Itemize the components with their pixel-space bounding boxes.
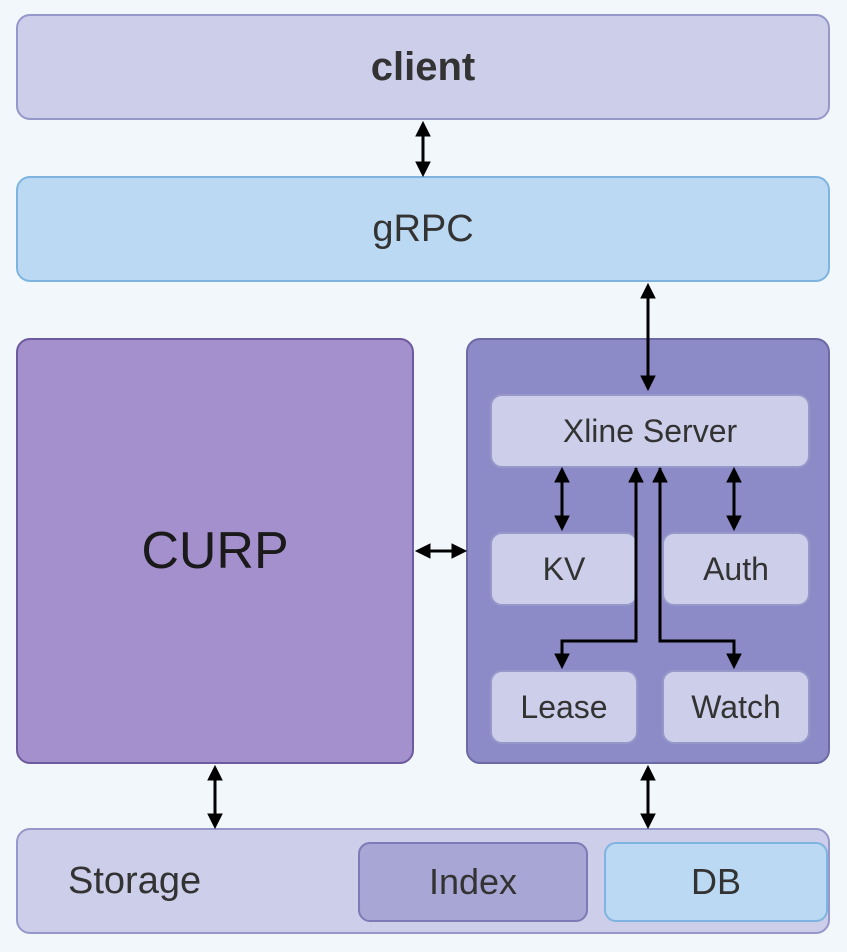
- curp-label: CURP: [141, 521, 288, 581]
- db-label: DB: [691, 861, 741, 903]
- storage-box: Storage Index DB: [16, 828, 830, 934]
- watch-label: Watch: [691, 689, 781, 726]
- xline-label: Xline Server: [563, 413, 737, 450]
- client-box: client: [16, 14, 830, 120]
- watch-box: Watch: [662, 670, 810, 744]
- storage-label: Storage: [68, 860, 201, 903]
- client-label: client: [371, 45, 475, 90]
- xline-server-box: Xline Server: [490, 394, 810, 468]
- lease-box: Lease: [490, 670, 638, 744]
- kv-label: KV: [543, 551, 586, 588]
- curp-box: CURP: [16, 338, 414, 764]
- lease-label: Lease: [520, 689, 607, 726]
- index-label: Index: [429, 861, 517, 903]
- grpc-box: gRPC: [16, 176, 830, 282]
- auth-box: Auth: [662, 532, 810, 606]
- auth-label: Auth: [703, 551, 769, 588]
- db-box: DB: [604, 842, 828, 922]
- grpc-label: gRPC: [372, 208, 473, 251]
- index-box: Index: [358, 842, 588, 922]
- server-panel: Xline Server KV Auth Lease Watch: [466, 338, 830, 764]
- kv-box: KV: [490, 532, 638, 606]
